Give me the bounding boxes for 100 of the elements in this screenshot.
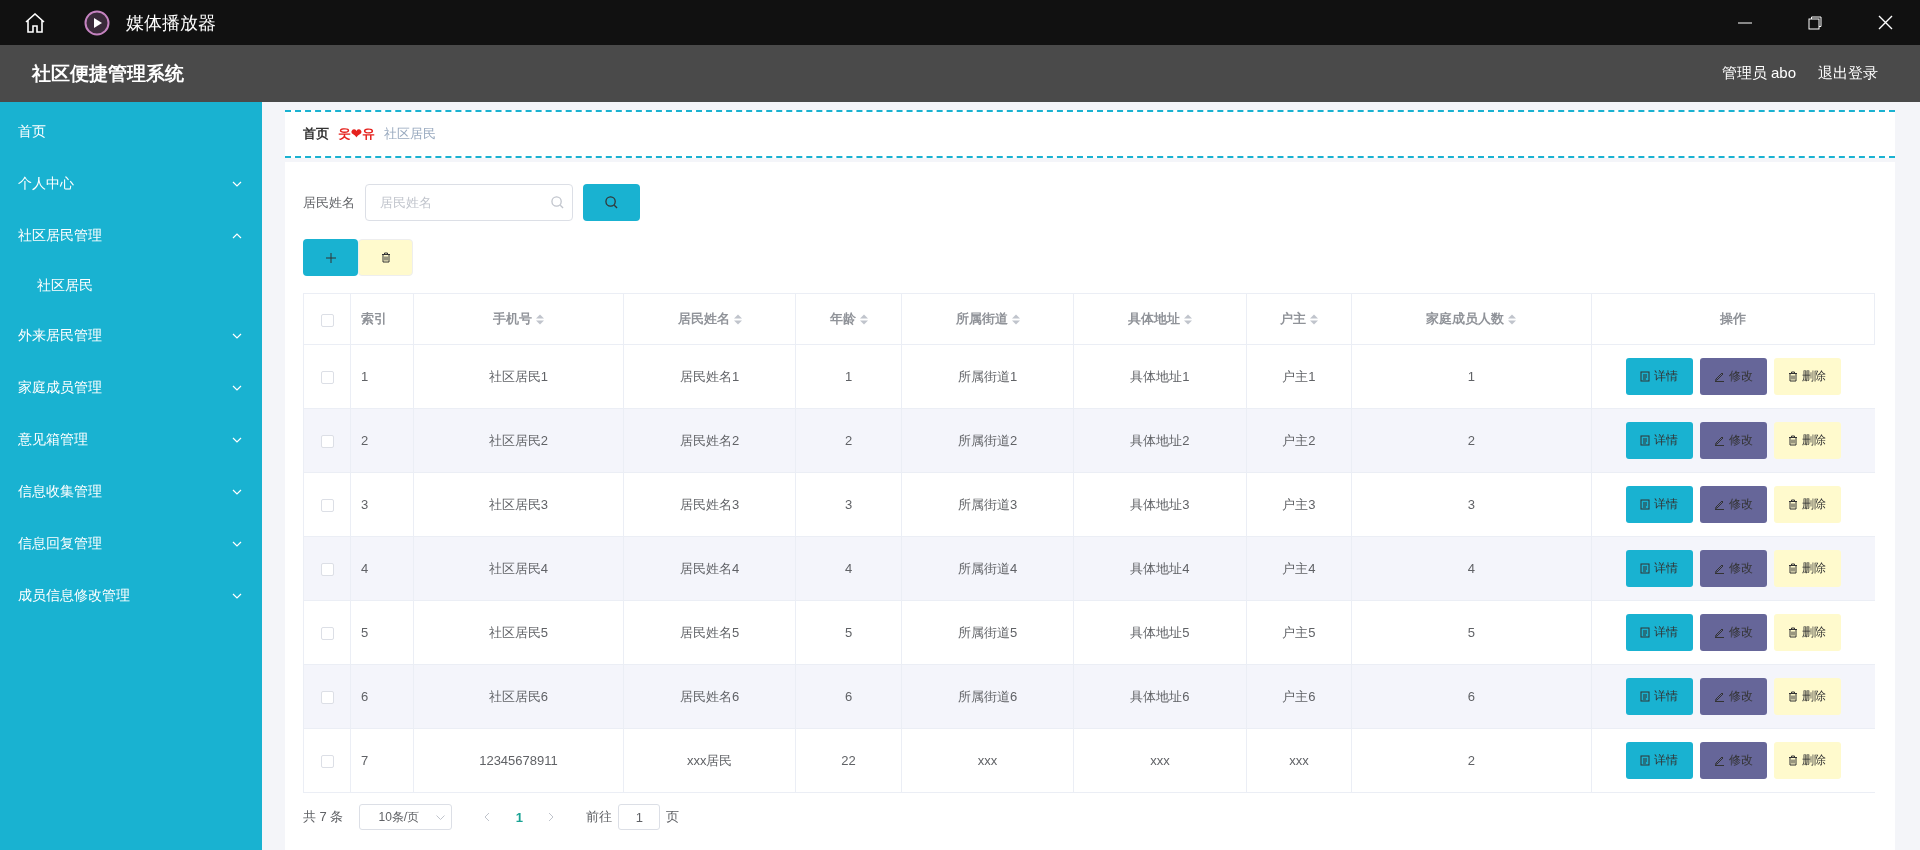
delete-button[interactable]: 删除: [1773, 422, 1841, 459]
delete-button[interactable]: 删除: [1773, 614, 1841, 651]
table-cell: 户主6: [1282, 688, 1316, 704]
table-cell: 居民姓名3: [680, 496, 740, 512]
goto-page-field[interactable]: 1: [618, 804, 661, 830]
table-cell: 7: [361, 753, 369, 768]
table-cell: 2: [1467, 753, 1475, 768]
detail-button[interactable]: 详情: [1625, 422, 1693, 459]
table-cell: 户主4: [1282, 560, 1316, 576]
sidebar-item[interactable]: 意见箱管理: [0, 414, 262, 466]
table-cell: 具体地址2: [1130, 432, 1190, 448]
edit-button[interactable]: 修改: [1699, 422, 1767, 459]
table-cell: 所属街道3: [957, 496, 1018, 512]
sidebar-item[interactable]: 成员信息修改管理: [0, 570, 262, 622]
column-header: 操作: [1591, 293, 1875, 345]
table-cell: 1: [361, 369, 369, 384]
table-cell: 5: [1467, 625, 1475, 640]
table-cell: 社区居民1: [488, 368, 549, 384]
column-header: 索引: [350, 293, 414, 345]
table-cell: 4: [844, 561, 853, 576]
column-header[interactable]: 家庭成员人数: [1351, 293, 1591, 345]
delete-button[interactable]: 删除: [1773, 678, 1841, 715]
table-cell: 户主5: [1282, 624, 1316, 640]
detail-button[interactable]: 详情: [1625, 358, 1693, 395]
edit-button[interactable]: 修改: [1699, 678, 1767, 715]
table-cell: 3: [844, 497, 853, 512]
table-cell: 2: [1467, 433, 1475, 448]
column-header[interactable]: 手机号: [413, 293, 624, 345]
page-button[interactable]: 1: [502, 808, 537, 826]
detail-button[interactable]: 详情: [1625, 678, 1693, 715]
table-cell: 4: [1467, 561, 1475, 576]
edit-button[interactable]: 修改: [1699, 358, 1767, 395]
table-cell: xxx居民: [686, 752, 733, 768]
table-cell: 社区居民4: [488, 560, 549, 576]
window-title: 媒体播放器: [126, 11, 216, 35]
delete-button[interactable]: 删除: [1773, 742, 1841, 779]
column-header[interactable]: 年龄: [795, 293, 902, 345]
table-cell: 12345678911: [479, 753, 558, 768]
column-header[interactable]: 所属街道: [901, 293, 1074, 345]
sidebar-item[interactable]: 个人中心: [0, 158, 262, 210]
delete-button[interactable]: 删除: [1773, 486, 1841, 523]
sidebar-item[interactable]: 社区居民管理: [0, 210, 262, 262]
table-cell: 具体地址1: [1130, 368, 1190, 384]
table-cell: xxx: [1150, 753, 1170, 768]
table-cell: 22: [841, 753, 856, 768]
detail-button[interactable]: 详情: [1625, 614, 1693, 651]
edit-button[interactable]: 修改: [1699, 486, 1767, 523]
user-name: 管理员 abo: [1721, 64, 1796, 83]
detail-button[interactable]: 详情: [1625, 486, 1693, 523]
table-cell: 所属街道2: [957, 432, 1018, 448]
table-cell: 所属街道6: [957, 688, 1018, 704]
table-cell: 社区居民2: [488, 432, 549, 448]
table-cell: 6: [844, 689, 853, 704]
table-cell: 户主1: [1282, 368, 1316, 384]
edit-button[interactable]: 修改: [1699, 742, 1767, 779]
column-header[interactable]: 居民姓名: [623, 293, 796, 345]
table-cell: 具体地址6: [1130, 688, 1190, 704]
app-title: 社区便捷管理系统: [32, 61, 184, 86]
sidebar-item[interactable]: 家庭成员管理: [0, 362, 262, 414]
sidebar-subitem[interactable]: 社区居民: [0, 262, 262, 310]
breadcrumb-current: 社区居民: [384, 125, 436, 143]
search-label: 居民姓名: [303, 193, 355, 212]
table-cell: 6: [1467, 689, 1475, 704]
sidebar-item[interactable]: 外来居民管理: [0, 310, 262, 362]
table-cell: 4: [361, 561, 369, 576]
column-header[interactable]: 户主: [1246, 293, 1352, 345]
table-cell: 社区居民6: [488, 688, 549, 704]
delete-button[interactable]: 删除: [1773, 358, 1841, 395]
detail-button[interactable]: 详情: [1625, 550, 1693, 587]
table-cell: 2: [844, 433, 853, 448]
breadcrumb-separator: 웃❤유: [338, 125, 375, 143]
sidebar-item[interactable]: 信息收集管理: [0, 466, 262, 518]
table-cell: 具体地址4: [1130, 560, 1190, 576]
breadcrumb-link[interactable]: 首页: [303, 125, 329, 143]
logout-link[interactable]: 退出登录: [1818, 64, 1878, 83]
search-field[interactable]: 居民姓名: [365, 184, 573, 221]
table-cell: 具体地址3: [1130, 496, 1190, 512]
table-cell: 居民姓名1: [680, 368, 740, 384]
table-cell: 6: [361, 689, 369, 704]
table-cell: 1: [1467, 369, 1475, 384]
detail-button[interactable]: 详情: [1625, 742, 1693, 779]
table-cell: 3: [1467, 497, 1475, 512]
table-cell: 所属街道1: [957, 368, 1018, 384]
goto-label: 前往: [586, 808, 613, 826]
delete-button[interactable]: 删除: [1773, 550, 1841, 587]
table-cell: 5: [844, 625, 853, 640]
table-cell: 居民姓名2: [680, 432, 740, 448]
column-header[interactable]: 具体地址: [1073, 293, 1247, 345]
table-cell: 居民姓名6: [680, 688, 740, 704]
edit-button[interactable]: 修改: [1699, 550, 1767, 587]
table-cell: 社区居民5: [488, 624, 549, 640]
sidebar-item[interactable]: 首页: [0, 106, 262, 158]
page-suffix: 页: [666, 808, 680, 826]
table-cell: 社区居民3: [488, 496, 549, 512]
table-cell: xxx: [1289, 753, 1309, 768]
table-cell: 居民姓名4: [680, 560, 740, 576]
sidebar-item[interactable]: 信息回复管理: [0, 518, 262, 570]
edit-button[interactable]: 修改: [1699, 614, 1767, 651]
table-cell: 3: [361, 497, 369, 512]
page-size-select[interactable]: 10条/页: [359, 804, 453, 830]
